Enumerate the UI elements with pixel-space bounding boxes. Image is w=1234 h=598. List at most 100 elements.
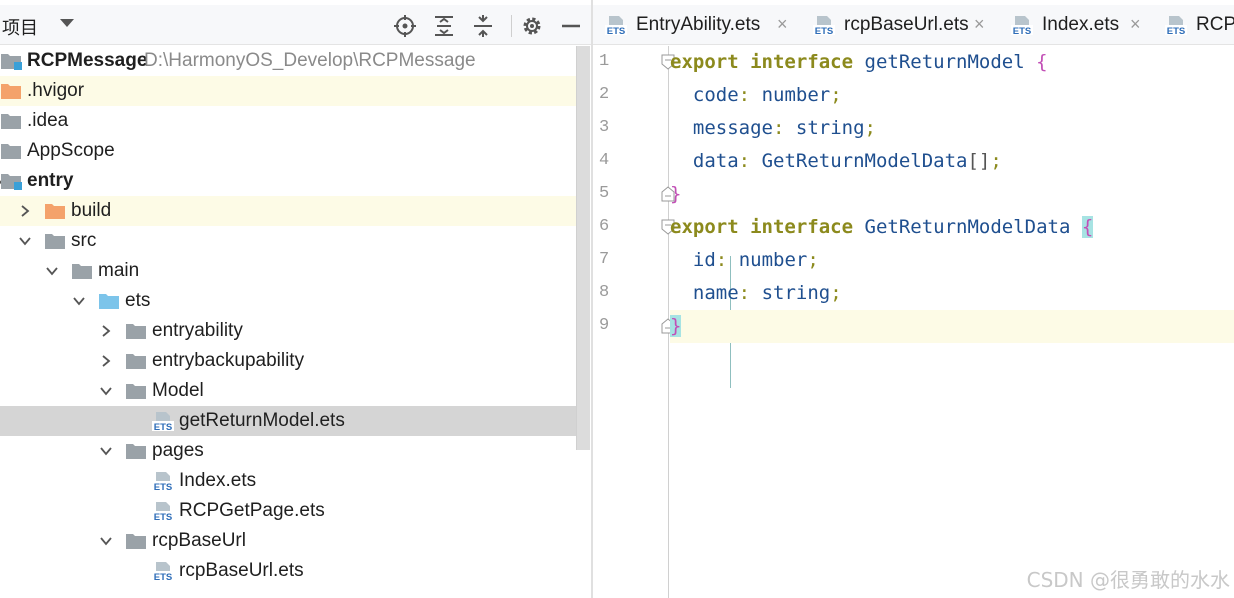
- close-icon[interactable]: ×: [1130, 14, 1141, 35]
- chevron-down-icon[interactable]: [99, 534, 113, 548]
- tree-item[interactable]: pages: [0, 436, 590, 466]
- tree-item-label: entrybackupability: [152, 350, 305, 371]
- code-line-3[interactable]: message: string;: [670, 112, 1234, 145]
- chevron-right-icon[interactable]: [99, 354, 113, 368]
- module-folder-icon: [0, 52, 22, 70]
- tab-label: RCPG: [1196, 14, 1234, 35]
- collapse-all-icon[interactable]: [471, 14, 495, 38]
- tree-item[interactable]: AppScope: [0, 136, 590, 166]
- code-line-4[interactable]: data: GetReturnModelData[];: [670, 145, 1234, 178]
- code-line-5[interactable]: }: [670, 178, 1234, 211]
- tree-item[interactable]: Model: [0, 376, 590, 406]
- array-brackets: []: [967, 150, 991, 172]
- tree-item-label: AppScope: [27, 140, 115, 161]
- close-icon[interactable]: ×: [974, 14, 985, 35]
- property-name: data: [692, 150, 739, 172]
- keyword: export: [670, 51, 739, 73]
- svg-text:ETS: ETS: [154, 422, 172, 431]
- ets-file-icon: ETS: [1165, 15, 1187, 37]
- minimize-icon[interactable]: [559, 14, 583, 38]
- folder-icon: [98, 292, 120, 310]
- svg-text:ETS: ETS: [1013, 26, 1031, 35]
- tree-item[interactable]: ETS getReturnModel.ets: [0, 406, 590, 436]
- folder-icon: [0, 142, 22, 160]
- tree-item-label: RCPGetPage.ets: [179, 500, 325, 521]
- tree-item-label: getReturnModel.ets: [179, 410, 345, 431]
- ets-file-icon: ETS: [605, 15, 627, 37]
- svg-text:ETS: ETS: [1167, 26, 1185, 35]
- tree-item-label: .hvigor: [27, 80, 85, 101]
- tree-item[interactable]: .hvigor: [0, 76, 590, 106]
- project-panel-header: 项目: [0, 5, 591, 45]
- editor-tab[interactable]: ETS EntryAbility.ets ×: [605, 5, 813, 44]
- close-brace: }: [670, 183, 682, 205]
- ets-file-icon: ETS: [152, 411, 174, 433]
- code-line-9[interactable]: }: [670, 310, 1234, 343]
- module-folder-icon: [0, 172, 22, 190]
- tree-item[interactable]: ets: [0, 286, 590, 316]
- tree-item-label: .idea: [27, 110, 69, 131]
- tree-item[interactable]: ETS rcpBaseUrl.ets: [0, 556, 590, 586]
- close-icon[interactable]: ×: [777, 14, 788, 35]
- property-name: id: [692, 249, 716, 271]
- colon: :: [715, 249, 728, 271]
- line-number: 2: [599, 85, 610, 104]
- interface-name: GetReturnModelData: [864, 216, 1071, 238]
- project-panel-title[interactable]: 项目: [2, 14, 38, 40]
- code-line-6[interactable]: export interface GetReturnModelData {: [670, 211, 1234, 244]
- tree-scrollbar[interactable]: [576, 46, 590, 450]
- open-brace-highlighted: {: [1081, 216, 1094, 238]
- folder-icon: [125, 352, 147, 370]
- code-line-8[interactable]: name: string;: [670, 277, 1234, 310]
- tree-item-label: entryability: [152, 320, 243, 341]
- tree-item-label: entry: [27, 170, 74, 191]
- chevron-down-icon[interactable]: [99, 384, 113, 398]
- gear-icon[interactable]: [520, 14, 544, 38]
- chevron-down-icon[interactable]: [18, 234, 32, 248]
- folder-icon: [0, 112, 22, 130]
- keyword: export: [670, 216, 739, 238]
- semicolon: ;: [807, 249, 819, 271]
- project-path: D:\HarmonyOS_Develop\RCPMessage: [144, 50, 476, 71]
- tree-item[interactable]: entry: [0, 166, 590, 196]
- chevron-down-icon[interactable]: [72, 294, 86, 308]
- interface-name: getReturnModel: [864, 51, 1025, 73]
- editor-tab[interactable]: ETS RCPG: [1165, 5, 1234, 44]
- tree-item[interactable]: ETS RCPGetPage.ets: [0, 496, 590, 526]
- chevron-down-icon[interactable]: [45, 264, 59, 278]
- line-number: 3: [599, 118, 610, 137]
- tree-item[interactable]: main: [0, 256, 590, 286]
- expand-all-icon[interactable]: [432, 14, 456, 38]
- tree-item[interactable]: rcpBaseUrl: [0, 526, 590, 556]
- code-line-7[interactable]: id: number;: [670, 244, 1234, 277]
- svg-text:ETS: ETS: [607, 26, 625, 35]
- tree-item[interactable]: entrybackupability: [0, 346, 590, 376]
- code-line-2[interactable]: code: number;: [670, 79, 1234, 112]
- code-area[interactable]: export interface getReturnModel { code: …: [670, 46, 1234, 598]
- chevron-right-icon[interactable]: [18, 204, 32, 218]
- tree-item[interactable]: RCPMessage D:\HarmonyOS_Develop\RCPMessag…: [0, 46, 590, 76]
- editor-tab[interactable]: ETS Index.ets ×: [1011, 5, 1165, 44]
- tree-item[interactable]: ETS Index.ets: [0, 466, 590, 496]
- folder-icon: [125, 442, 147, 460]
- editor-tab[interactable]: ETS rcpBaseUrl.ets ×: [813, 5, 1011, 44]
- chevron-down-icon[interactable]: [99, 444, 113, 458]
- header-separator: [511, 15, 512, 37]
- tree-item[interactable]: build: [0, 196, 590, 226]
- tree-item-label: Index.ets: [179, 470, 257, 491]
- folder-icon: [44, 202, 66, 220]
- tree-item[interactable]: entryability: [0, 316, 590, 346]
- chevron-down-icon[interactable]: [60, 19, 74, 27]
- locate-icon[interactable]: [393, 14, 417, 38]
- tree-item[interactable]: .idea: [0, 106, 590, 136]
- tab-label: EntryAbility.ets: [636, 14, 761, 35]
- svg-text:ETS: ETS: [154, 482, 172, 491]
- chevron-right-icon[interactable]: [99, 324, 113, 338]
- colon: :: [738, 84, 751, 106]
- tree-item-label: RCPMessage: [27, 50, 148, 71]
- watermark: CSDN @很勇敢的水水: [1026, 568, 1230, 592]
- property-name: code: [692, 84, 739, 106]
- line-number: 5: [599, 184, 610, 203]
- code-line-1[interactable]: export interface getReturnModel {: [670, 46, 1234, 79]
- tree-item[interactable]: src: [0, 226, 590, 256]
